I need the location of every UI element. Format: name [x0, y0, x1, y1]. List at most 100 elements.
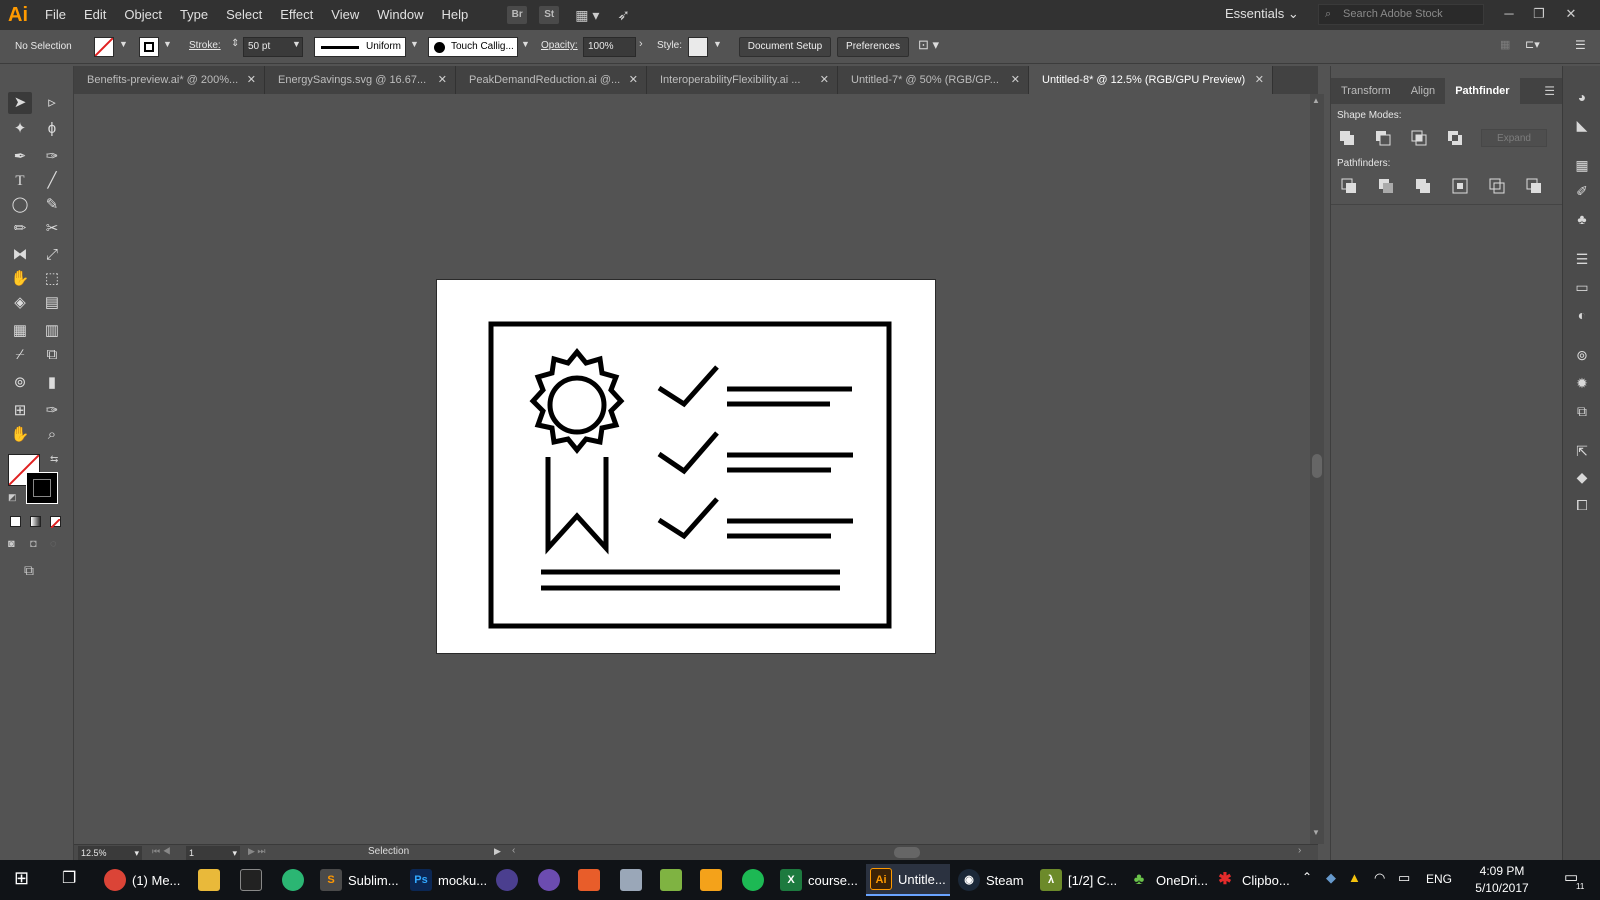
- close-icon[interactable]: ✕: [629, 66, 638, 94]
- last-artboard-icon[interactable]: ▶ ⏭: [248, 846, 266, 857]
- app-icon[interactable]: [282, 869, 304, 891]
- scroll-up-icon[interactable]: ▲: [1312, 96, 1320, 105]
- taskbar-steam[interactable]: ◉ Steam: [958, 864, 1030, 896]
- opacity-input[interactable]: 100%: [583, 37, 636, 57]
- language-indicator[interactable]: ENG: [1426, 872, 1452, 886]
- none-mode-icon[interactable]: [50, 516, 61, 529]
- blend-tool-icon[interactable]: ⧉: [40, 344, 64, 366]
- tab-interoperability-flexibility[interactable]: InteroperabilityFlexibility.ai ... ✕: [647, 66, 838, 94]
- app-icon[interactable]: [660, 869, 682, 891]
- brush-definition[interactable]: Touch Callig...: [428, 37, 518, 57]
- taskbar-sublime[interactable]: S Sublim...: [320, 864, 402, 896]
- column-graph-tool-icon[interactable]: ▮: [40, 372, 64, 394]
- scroll-right-icon[interactable]: ›: [1298, 845, 1301, 856]
- zoom-level-input[interactable]: 12.5% ▾: [78, 846, 142, 860]
- dropbox-icon[interactable]: ◆: [1326, 870, 1336, 886]
- tab-untitled-8[interactable]: Untitled-8* @ 12.5% (RGB/GPU Preview) ✕: [1029, 66, 1273, 94]
- swatches-icon[interactable]: ▦: [1573, 156, 1591, 174]
- taskbar-clipboard[interactable]: ✱ Clipbo...: [1214, 864, 1294, 896]
- close-icon[interactable]: ✕: [1255, 66, 1264, 94]
- tab-transform[interactable]: Transform: [1331, 78, 1401, 104]
- variable-width-profile[interactable]: Uniform: [314, 37, 406, 57]
- fill-swatch[interactable]: [94, 37, 114, 57]
- panel-menu-icon[interactable]: ☰: [1544, 78, 1563, 104]
- scissors-tool-icon[interactable]: ✂: [40, 218, 64, 240]
- warp-tool-icon[interactable]: ✋: [8, 268, 32, 290]
- chevron-down-icon[interactable]: ▼: [521, 39, 530, 49]
- menu-help[interactable]: Help: [432, 0, 477, 30]
- workspace-switcher[interactable]: Essentials ⌄: [1225, 6, 1299, 22]
- app-icon[interactable]: [578, 869, 600, 891]
- reflect-tool-icon[interactable]: ⧓: [8, 244, 32, 266]
- merge-icon[interactable]: [1415, 178, 1431, 194]
- app-icon[interactable]: [538, 869, 560, 891]
- divide-icon[interactable]: [1341, 178, 1357, 194]
- arrange-documents-icon[interactable]: ▦ ▾: [575, 7, 599, 24]
- tab-pathfinder[interactable]: Pathfinder: [1445, 78, 1520, 104]
- stroke-label[interactable]: Stroke:: [189, 40, 221, 51]
- direct-selection-tool-icon[interactable]: ▹: [40, 92, 64, 114]
- tab-align[interactable]: Align: [1401, 78, 1445, 104]
- first-artboard-icon[interactable]: ⏮ ◀: [152, 846, 171, 857]
- artboards-icon[interactable]: ⧠: [1573, 496, 1591, 514]
- vertical-scrollbar[interactable]: ▲ ▼: [1310, 94, 1324, 844]
- clock-date[interactable]: 5/10/2017: [1470, 881, 1534, 895]
- artboard-number-input[interactable]: 1 ▾: [186, 846, 240, 860]
- tab-energy-savings[interactable]: EnergySavings.svg @ 16.67... ✕: [265, 66, 456, 94]
- slice-tool-icon[interactable]: ✑: [40, 400, 64, 422]
- terminal-icon[interactable]: [240, 869, 262, 891]
- mesh-tool-icon[interactable]: ▦: [8, 320, 32, 342]
- artboard[interactable]: [436, 279, 936, 654]
- spotify-icon[interactable]: [742, 869, 764, 891]
- paintbrush-tool-icon[interactable]: ✎: [40, 194, 64, 216]
- chevron-down-icon[interactable]: ▾: [134, 846, 139, 860]
- trim-icon[interactable]: [1378, 178, 1394, 194]
- shape-builder-tool-icon[interactable]: ◈: [8, 292, 32, 314]
- free-transform-tool-icon[interactable]: ⬚: [40, 268, 64, 290]
- chevron-down-icon[interactable]: ▼: [410, 39, 419, 49]
- screen-mode-icon[interactable]: ⧉: [24, 562, 34, 579]
- align-to-selection-icon[interactable]: ⊡ ▾: [918, 37, 939, 53]
- stock-button[interactable]: St: [539, 6, 560, 24]
- color-guide-icon[interactable]: ◕: [1573, 88, 1591, 106]
- brushes-icon[interactable]: ✐: [1573, 182, 1591, 200]
- gradient-tool-icon[interactable]: ▥: [40, 320, 64, 342]
- document-setup-button[interactable]: Document Setup: [739, 37, 831, 57]
- taskbar-cmd[interactable]: λ [1/2] C...: [1040, 864, 1120, 896]
- stock-search-input[interactable]: ⌕ Search Adobe Stock: [1318, 4, 1484, 25]
- app-icon[interactable]: [620, 869, 642, 891]
- menu-edit[interactable]: Edit: [75, 0, 115, 30]
- close-icon[interactable]: ✕: [820, 66, 829, 94]
- scroll-left-icon[interactable]: ‹: [512, 845, 515, 856]
- tab-benefits-preview[interactable]: Benefits-preview.ai* @ 200%... ✕: [74, 66, 265, 94]
- symbols-icon[interactable]: ♣: [1573, 210, 1591, 228]
- chevron-down-icon[interactable]: ▼: [713, 39, 722, 49]
- minimize-button[interactable]: ─: [1494, 3, 1524, 25]
- graphic-style-swatch[interactable]: [688, 37, 708, 57]
- clock-time[interactable]: 4:09 PM: [1472, 864, 1532, 878]
- panel-menu-icon[interactable]: ☰: [1575, 38, 1586, 52]
- graphic-styles-icon[interactable]: ✹: [1573, 374, 1591, 392]
- curvature-tool-icon[interactable]: ✑: [40, 146, 64, 168]
- scale-tool-icon[interactable]: ⤢: [40, 244, 64, 266]
- pencil-tool-icon[interactable]: ✏: [8, 218, 32, 240]
- taskbar-excel[interactable]: Xcourse...: [780, 864, 860, 896]
- horizontal-scroll-thumb[interactable]: [894, 847, 920, 858]
- scroll-down-icon[interactable]: ▼: [1312, 828, 1320, 837]
- line-tool-icon[interactable]: ╱: [40, 170, 64, 192]
- app-icon[interactable]: [700, 869, 722, 891]
- chevron-down-icon[interactable]: ▼: [163, 39, 172, 49]
- type-tool-icon[interactable]: T: [8, 170, 32, 192]
- preferences-button[interactable]: Preferences: [837, 37, 909, 57]
- default-colors-icon[interactable]: ◩: [8, 492, 17, 503]
- intersect-icon[interactable]: [1411, 130, 1427, 146]
- close-icon[interactable]: ✕: [247, 66, 256, 94]
- magic-wand-tool-icon[interactable]: ✦: [8, 118, 32, 140]
- battery-icon[interactable]: ▭: [1398, 870, 1410, 886]
- ellipse-tool-icon[interactable]: ◯: [8, 194, 32, 216]
- artboard-tool-icon[interactable]: ⊞: [8, 400, 32, 422]
- symbol-sprayer-tool-icon[interactable]: ⊚: [8, 372, 32, 394]
- pen-tool-icon[interactable]: ✒: [8, 146, 32, 168]
- gpu-performance-icon[interactable]: ➶: [617, 6, 630, 24]
- lasso-tool-icon[interactable]: ϕ: [40, 118, 64, 140]
